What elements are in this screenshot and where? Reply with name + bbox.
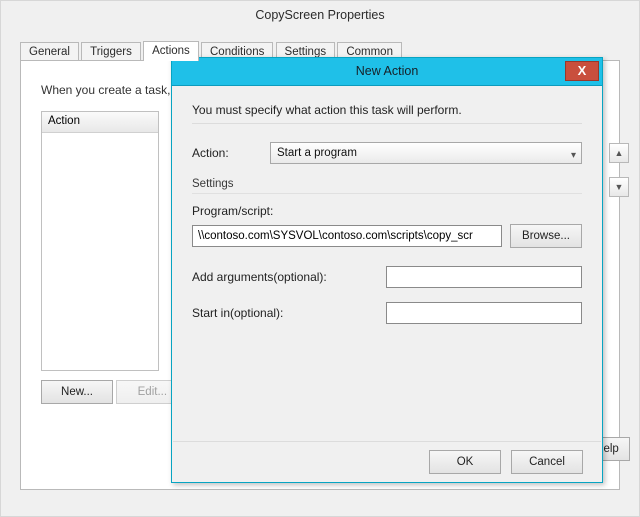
move-down-button[interactable]: ▼ <box>609 177 629 197</box>
tab-actions[interactable]: Actions <box>143 41 199 61</box>
program-script-input[interactable] <box>192 225 502 247</box>
tab-triggers[interactable]: Triggers <box>81 42 141 61</box>
actions-list[interactable]: Action <box>41 111 159 371</box>
actions-order-spinner: ▲ ▼ <box>609 143 629 211</box>
start-in-row: Start in(optional): <box>192 302 582 324</box>
add-arguments-label: Add arguments(optional): <box>192 270 386 284</box>
divider <box>192 123 582 124</box>
action-row: Action: Start a program ▾ <box>192 142 582 164</box>
action-combobox-value: Start a program <box>277 147 357 159</box>
settings-group: Settings Program/script: Browse... Add a… <box>192 178 582 324</box>
close-button[interactable]: X <box>565 61 599 81</box>
browse-button[interactable]: Browse... <box>510 224 582 248</box>
actions-list-header[interactable]: Action <box>42 112 158 133</box>
close-icon: X <box>578 63 587 78</box>
program-script-row: Browse... <box>192 224 582 248</box>
properties-title: CopyScreen Properties <box>1 1 639 29</box>
ok-button[interactable]: OK <box>429 450 501 474</box>
add-arguments-input[interactable] <box>386 266 582 288</box>
add-arguments-row: Add arguments(optional): <box>192 266 582 288</box>
cancel-button[interactable]: Cancel <box>511 450 583 474</box>
move-up-button[interactable]: ▲ <box>609 143 629 163</box>
action-combobox[interactable]: Start a program ▾ <box>270 142 582 164</box>
chevron-down-icon: ▾ <box>571 146 576 166</box>
settings-caption: Settings <box>192 178 582 190</box>
start-in-label: Start in(optional): <box>192 306 386 320</box>
new-action-title: New Action <box>356 64 419 78</box>
new-action-button[interactable]: New... <box>41 380 113 404</box>
action-label: Action: <box>192 146 270 160</box>
tab-general[interactable]: General <box>20 42 79 61</box>
settings-divider <box>192 193 582 194</box>
new-action-footer: OK Cancel <box>173 441 601 481</box>
start-in-input[interactable] <box>386 302 582 324</box>
new-action-instruction: You must specify what action this task w… <box>192 103 582 117</box>
new-action-body: You must specify what action this task w… <box>172 85 602 482</box>
new-action-titlebar[interactable]: New Action X <box>172 58 602 86</box>
new-action-dialog: New Action X You must specify what actio… <box>171 57 603 483</box>
program-script-label: Program/script: <box>192 204 582 218</box>
